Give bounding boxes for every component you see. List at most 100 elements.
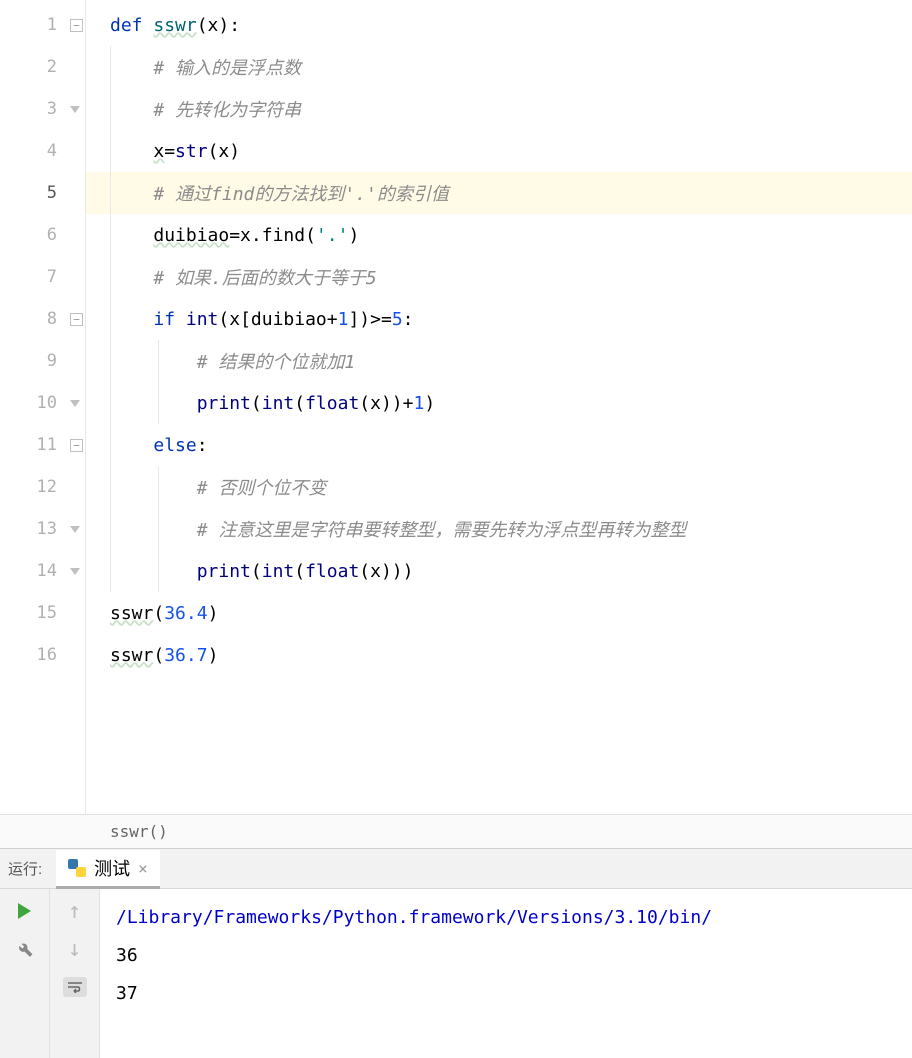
scroll-down-button[interactable]: ↓ — [63, 937, 87, 961]
gutter-line[interactable]: 8 — [0, 298, 85, 340]
code-area[interactable]: def sswr(x): # 输入的是浮点数 # 先转化为字符串 x=str(x… — [86, 0, 912, 814]
code-text: (x))+ — [359, 393, 413, 414]
fold-collapse-icon[interactable] — [70, 313, 83, 326]
builtin-int: int — [262, 561, 295, 582]
keyword-def: def — [110, 15, 153, 36]
comment: # 否则个位不变 — [197, 478, 327, 499]
code-text: =x.find( — [229, 225, 316, 246]
run-tab[interactable]: 测试 × — [56, 850, 160, 889]
run-label: 运行: — [8, 858, 42, 879]
gutter-line[interactable]: 13 — [0, 508, 85, 550]
fold-collapse-icon[interactable] — [70, 19, 83, 32]
line-number: 16 — [37, 645, 57, 665]
code-text: (x))) — [359, 561, 413, 582]
run-panel: 运行: 测试 × ↑ ↓ /Library/Frameworks/Python.… — [0, 848, 912, 1058]
code-text: (x): — [197, 15, 240, 36]
builtin-str: str — [175, 141, 208, 162]
line-number: 5 — [47, 183, 57, 203]
line-number: 12 — [37, 477, 57, 497]
gutter-line[interactable]: 1 — [0, 4, 85, 46]
soft-wrap-icon — [63, 977, 87, 997]
console-path: /Library/Frameworks/Python.framework/Ver… — [116, 899, 896, 937]
gutter-line[interactable]: 15 — [0, 592, 85, 634]
line-number: 7 — [47, 267, 57, 287]
gutter-line[interactable]: 12 — [0, 466, 85, 508]
code-text: ) — [348, 225, 359, 246]
fold-end-icon[interactable] — [70, 400, 80, 407]
fold-end-icon[interactable] — [70, 106, 80, 113]
gutter-line[interactable]: 11 — [0, 424, 85, 466]
gutter-line[interactable]: 6 — [0, 214, 85, 256]
comment: # 输入的是浮点数 — [153, 58, 301, 79]
keyword-else: else — [153, 435, 196, 456]
line-number: 11 — [37, 435, 57, 455]
comment: # 通过find的方法找到'.'的索引值 — [153, 184, 449, 205]
wrench-icon — [16, 940, 34, 958]
run-tabs: 运行: 测试 × — [0, 849, 912, 889]
gutter-line[interactable]: 14 — [0, 550, 85, 592]
code-text: ])>= — [348, 309, 391, 330]
number: 5 — [392, 309, 403, 330]
code-text: ) — [424, 393, 435, 414]
number: 36.4 — [164, 603, 207, 624]
function-call: sswr — [110, 645, 153, 666]
soft-wrap-button[interactable] — [63, 975, 87, 999]
gutter-line[interactable]: 16 — [0, 634, 85, 676]
tab-name: 测试 — [94, 855, 130, 881]
function-name: sswr — [153, 15, 196, 36]
line-number: 6 — [47, 225, 57, 245]
keyword-if: if — [153, 309, 186, 330]
fold-end-icon[interactable] — [70, 526, 80, 533]
code-text: ( — [294, 393, 305, 414]
console-output[interactable]: /Library/Frameworks/Python.framework/Ver… — [100, 889, 912, 1058]
gutter-line[interactable]: 7 — [0, 256, 85, 298]
gutter-line[interactable]: 9 — [0, 340, 85, 382]
gutter-line[interactable]: 2 — [0, 46, 85, 88]
code-text: (x[duibiao+ — [218, 309, 337, 330]
builtin-print: print — [197, 561, 251, 582]
code-text: ( — [251, 561, 262, 582]
settings-button[interactable] — [13, 937, 37, 961]
fold-collapse-icon[interactable] — [70, 439, 83, 452]
code-text: ) — [208, 603, 219, 624]
gutter-line[interactable]: 10 — [0, 382, 85, 424]
code-text: ) — [208, 645, 219, 666]
builtin-int: int — [262, 393, 295, 414]
play-icon — [18, 903, 31, 919]
variable: x — [153, 141, 164, 162]
number: 1 — [413, 393, 424, 414]
fold-end-icon[interactable] — [70, 568, 80, 575]
code-text: ( — [251, 393, 262, 414]
builtin-float: float — [305, 561, 359, 582]
editor-area: 12345678910111213141516 def sswr(x): # 输… — [0, 0, 912, 814]
line-number: 10 — [37, 393, 57, 413]
console-line: 37 — [116, 975, 896, 1013]
variable: duibiao — [153, 225, 229, 246]
breadcrumb-bar: sswr() — [0, 814, 912, 848]
run-toolbar-mid: ↑ ↓ — [50, 889, 100, 1058]
number: 1 — [338, 309, 349, 330]
comment: # 注意这里是字符串要转整型，需要先转为浮点型再转为整型 — [197, 520, 687, 541]
console-line: 36 — [116, 937, 896, 975]
code-text: (x) — [208, 141, 241, 162]
line-number: 2 — [47, 57, 57, 77]
breadcrumb[interactable]: sswr() — [110, 822, 168, 841]
gutter-line[interactable]: 5 — [0, 172, 85, 214]
function-call: sswr — [110, 603, 153, 624]
line-number: 13 — [37, 519, 57, 539]
close-icon[interactable]: × — [138, 859, 148, 878]
string-literal: '.' — [316, 225, 349, 246]
comment: # 先转化为字符串 — [153, 100, 301, 121]
gutter-line[interactable]: 3 — [0, 88, 85, 130]
gutter: 12345678910111213141516 — [0, 0, 86, 814]
line-number: 9 — [47, 351, 57, 371]
comment: # 结果的个位就加1 — [197, 352, 356, 373]
python-icon — [68, 859, 86, 877]
scroll-up-button[interactable]: ↑ — [63, 899, 87, 923]
gutter-line[interactable]: 4 — [0, 130, 85, 172]
line-number: 8 — [47, 309, 57, 329]
run-button[interactable] — [13, 899, 37, 923]
line-number: 3 — [47, 99, 57, 119]
line-number: 15 — [37, 603, 57, 623]
code-text: ( — [153, 603, 164, 624]
